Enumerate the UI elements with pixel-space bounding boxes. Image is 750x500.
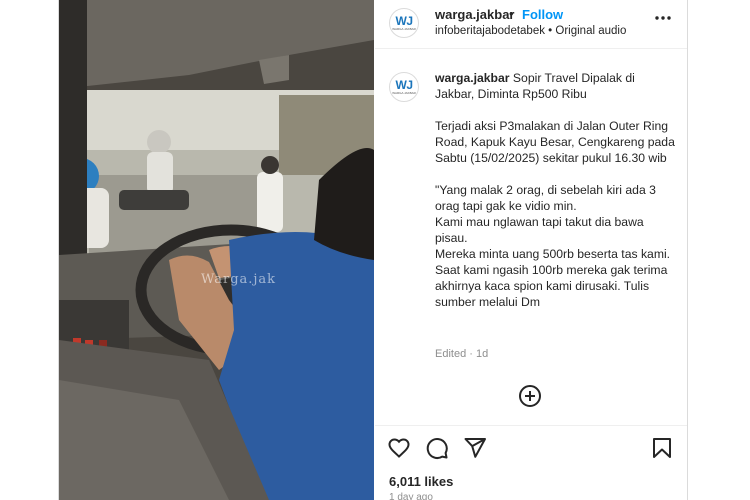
video-frame-image <box>59 0 374 500</box>
post-video[interactable]: Warga.jak <box>59 0 374 500</box>
bookmark-icon[interactable] <box>650 436 674 460</box>
comment-icon[interactable] <box>425 436 449 460</box>
video-watermark: Warga.jak <box>201 272 277 287</box>
caption-username[interactable]: warga.jakbar <box>435 71 510 85</box>
caption-section: WJ WARGA JAKBAR warga.jakbar Sopir Trave… <box>375 50 687 430</box>
send-icon[interactable] <box>463 436 487 460</box>
header-username[interactable]: warga.jakbar <box>435 7 515 22</box>
post-side-panel: WJ WARGA JAKBAR warga.jakbar • Follow in… <box>375 0 687 500</box>
caption-quote-line: "Yang malak 2 orag, di sebelah kiri ada … <box>435 183 656 213</box>
edited-timestamp: Edited · 1d <box>435 348 489 360</box>
avatar-logo-text: WJ <box>395 14 414 28</box>
avatar-logo-text: WJ <box>395 78 414 92</box>
caption-quote-line: Kami mau nglawan tapi takut dia bawa pis… <box>435 215 644 245</box>
post-header: WJ WARGA JAKBAR warga.jakbar • Follow in… <box>375 0 687 49</box>
post-actions-bar <box>375 425 687 469</box>
post-caption: warga.jakbar Sopir Travel Dipalak di Jak… <box>435 70 675 310</box>
caption-quote-line: Mereka minta uang 500rb beserta tas kami… <box>435 247 671 309</box>
likes-count[interactable]: 6,011 likes <box>389 474 453 489</box>
header-separator: • <box>509 6 514 21</box>
avatar-logo-subtext: WARGA JAKBAR <box>392 91 416 95</box>
plus-circle-icon[interactable] <box>518 384 542 408</box>
more-horizontal-icon[interactable] <box>653 8 673 28</box>
caption-paragraph: Terjadi aksi P3malakan di Jalan Outer Ri… <box>435 119 675 165</box>
header-subtitle[interactable]: infoberitajabodetabek • Original audio <box>435 25 626 37</box>
follow-button[interactable]: Follow <box>522 7 563 22</box>
post-frame: Warga.jak WJ WARGA JAKBAR warga.jakbar •… <box>58 0 688 500</box>
avatar-logo-subtext: WARGA JAKBAR <box>392 27 416 31</box>
caption-avatar[interactable]: WJ WARGA JAKBAR <box>389 72 419 102</box>
post-time: 1 day ago <box>389 492 433 500</box>
account-avatar[interactable]: WJ WARGA JAKBAR <box>389 8 419 38</box>
heart-icon[interactable] <box>387 436 411 460</box>
